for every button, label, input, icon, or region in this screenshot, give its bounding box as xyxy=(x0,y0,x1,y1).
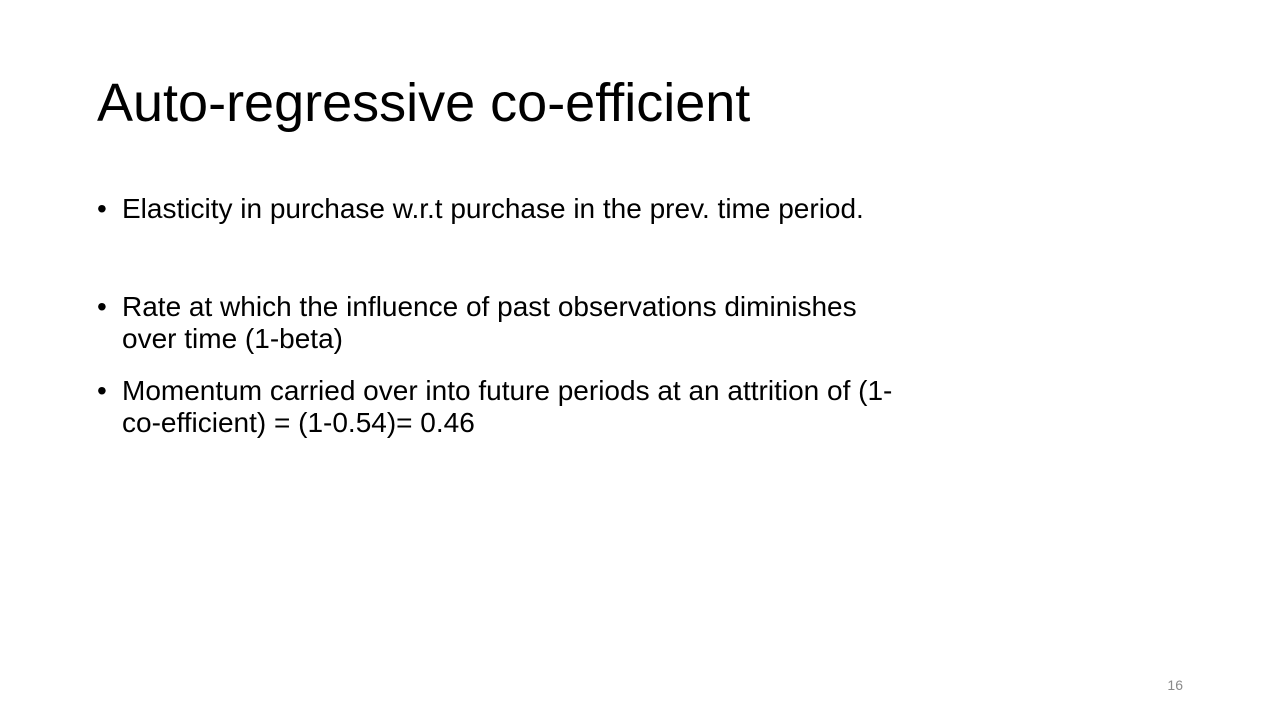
bullet-text-line: Momentum carried over into future period… xyxy=(122,375,893,406)
bullet-dot-icon: • xyxy=(97,291,107,322)
bullet-dot-icon: • xyxy=(97,375,107,406)
bullet-item: • Momentum carried over into future peri… xyxy=(97,375,1177,439)
bullet-text-line: over time (1-beta) xyxy=(122,323,343,354)
bullet-dot-icon: • xyxy=(97,193,107,224)
bullet-list: • Elasticity in purchase w.r.t purchase … xyxy=(97,193,1177,439)
slide-title: Auto-regressive co-efficient xyxy=(97,73,751,133)
bullet-text-line: Rate at which the influence of past obse… xyxy=(122,291,857,322)
bullet-item: • Elasticity in purchase w.r.t purchase … xyxy=(97,193,1177,225)
slide: Auto-regressive co-efficient • Elasticit… xyxy=(0,0,1280,720)
bullet-text-line: Elasticity in purchase w.r.t purchase in… xyxy=(122,193,864,224)
page-number: 16 xyxy=(1167,677,1183,693)
bullet-text-line: co-efficient) = (1-0.54)= 0.46 xyxy=(122,407,475,438)
bullet-item: • Rate at which the influence of past ob… xyxy=(97,291,1177,355)
